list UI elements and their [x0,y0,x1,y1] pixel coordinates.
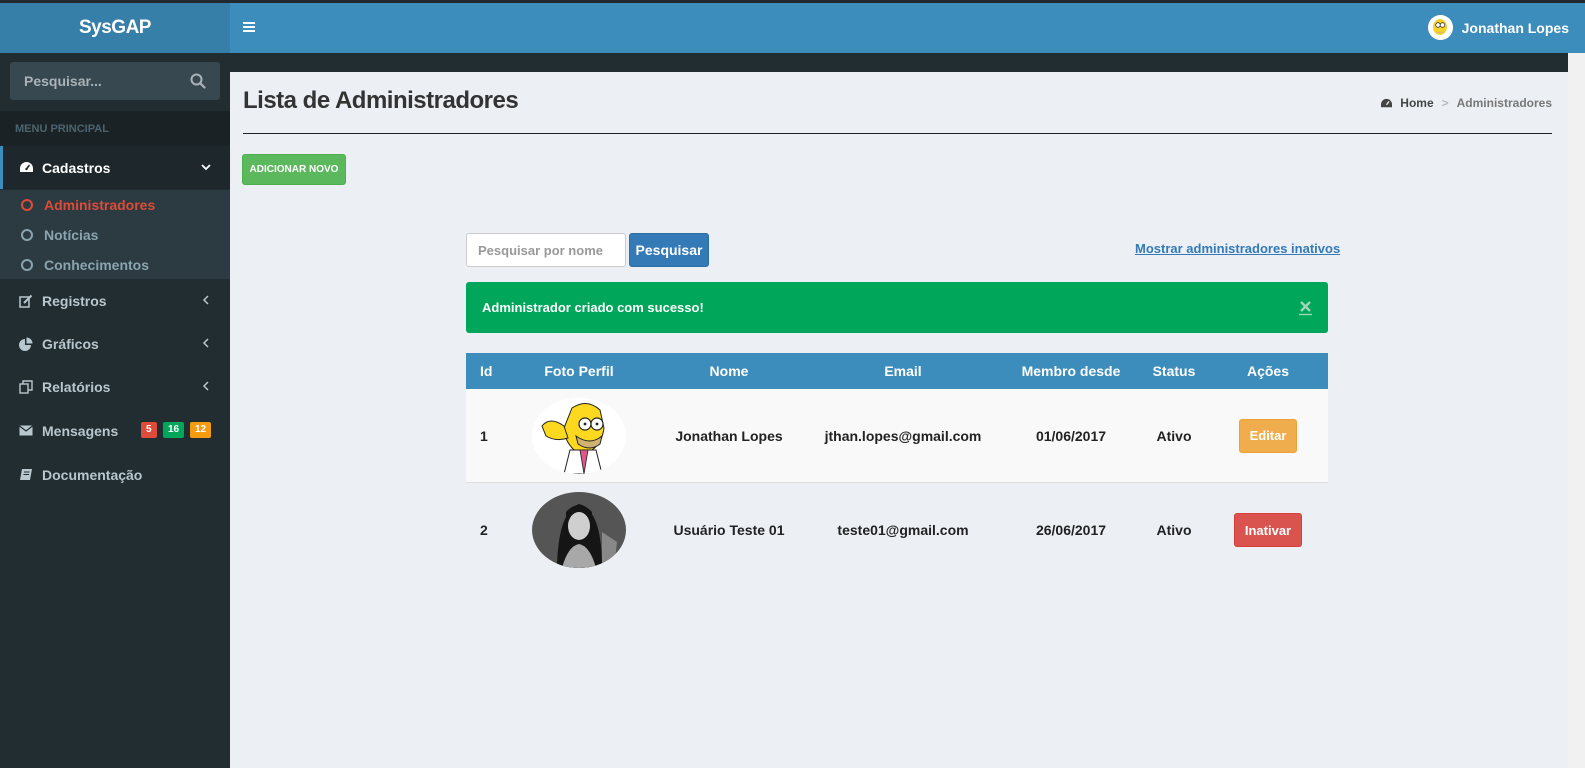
success-alert: Administrador criado com sucesso! [466,282,1328,333]
table-header: Id Foto Perfil Nome Email Membro desde S… [466,353,1328,389]
column-header-acoes: Ações [1246,363,1290,379]
sidebar: SysGAP MENU PRINCIPAL Cadastros Administ… [0,3,230,768]
column-header-foto: Foto Perfil [544,363,614,379]
breadcrumb-current: Administradores [1456,96,1552,110]
app-logo[interactable]: SysGAP [0,3,230,53]
sidebar-search [10,62,220,100]
breadcrumb: Home > Administradores [1380,96,1552,110]
sidebar-item-label: Relatórios [42,378,111,395]
cell-status: Ativo [1156,522,1192,538]
vertical-scrollbar[interactable] [1568,53,1585,768]
cell-nome: Usuário Teste 01 [673,522,785,538]
pie-chart-icon [18,336,34,352]
user-name: Jonathan Lopes [1461,19,1569,36]
search-button[interactable]: Pesquisar [629,233,709,267]
user-avatar [1427,15,1453,40]
sidebar-search-input[interactable] [24,73,190,89]
cell-membro-desde: 01/06/2017 [1035,427,1107,444]
sidebar-item-label: Cadastros [42,159,111,176]
table-row: 2 Usuário Teste 01 teste01@gmail.com 26/… [466,483,1328,577]
close-icon[interactable] [1299,299,1312,316]
dashboard-icon [18,160,34,176]
column-header-status: Status [1152,363,1196,379]
chevron-down-icon [201,164,211,171]
cell-acoes: Editar [1222,389,1314,482]
table-row: 1 Jonathan Lopes jthan.lopes@gmail.com 0… [466,389,1328,483]
submenu-item-label: Notícias [44,227,99,243]
badge-count: 12 [190,422,212,438]
cell-foto [532,389,626,482]
profile-photo [532,492,626,568]
deactivate-button[interactable]: Inativar [1234,513,1302,547]
breadcrumb-home-label: Home [1400,96,1434,110]
cell-id: 2 [480,522,488,538]
search-icon[interactable] [190,73,206,89]
badge-count: 5 [141,422,157,438]
cell-status: Ativo [1156,427,1192,444]
dashboard-icon [1381,98,1393,107]
menu-header: MENU PRINCIPAL [0,111,230,147]
badge-count: 16 [163,422,185,438]
admin-table: Id Foto Perfil Nome Email Membro desde S… [466,353,1328,577]
sidebar-item-graficos[interactable]: Gráficos [0,322,230,365]
submenu-item-conhecimentos[interactable]: Conhecimentos [0,250,230,280]
circle-icon [21,229,33,241]
edit-icon [18,293,34,309]
circle-icon [21,199,33,211]
cell-foto [532,483,626,577]
circle-icon [21,259,33,271]
sidebar-item-registros[interactable]: Registros [0,279,230,322]
cell-acoes: Inativar [1222,483,1314,577]
cell-membro-desde: 26/06/2017 [1035,522,1107,538]
cell-nome: Jonathan Lopes [675,427,783,444]
sidebar-item-label: Gráficos [42,335,99,352]
submenu-item-label: Administradores [44,197,156,213]
sidebar-item-mensagens[interactable]: Mensagens 5 16 12 [0,409,230,452]
copy-icon [18,379,34,395]
top-header: Jonathan Lopes [230,3,1585,53]
sidebar-item-label: Documentação [42,466,143,483]
submenu-item-noticias[interactable]: Notícias [0,220,230,250]
chevron-left-icon [202,295,209,305]
user-menu[interactable]: Jonathan Lopes [1427,15,1569,40]
column-header-membro-desde: Membro desde [1021,363,1121,379]
chevron-left-icon [202,381,209,391]
page-title: Lista de Administradores [243,87,519,114]
cell-id: 1 [480,427,488,444]
envelope-icon [18,423,34,439]
book-icon [18,467,34,483]
alert-message: Administrador criado com sucesso! [482,300,704,315]
profile-photo [532,397,626,474]
cell-email: teste01@gmail.com [837,522,969,538]
edit-button[interactable]: Editar [1239,418,1297,453]
sidebar-item-label: Registros [42,292,107,309]
breadcrumb-home[interactable]: Home [1380,96,1434,110]
column-header-email: Email [884,363,922,379]
sidebar-item-cadastros[interactable]: Cadastros [0,146,230,189]
add-new-button[interactable]: ADICIONAR NOVO [242,154,346,185]
sidebar-item-documentacao[interactable]: Documentação [0,453,230,496]
submenu-item-label: Conhecimentos [44,257,150,273]
cell-email: jthan.lopes@gmail.com [824,427,982,444]
show-inactive-link[interactable]: Mostrar administradores inativos [1135,241,1340,256]
column-header-id: Id [480,363,493,379]
title-divider [243,133,1552,134]
hamburger-menu-icon[interactable] [242,20,256,34]
search-name-input[interactable] [466,233,626,267]
sidebar-item-relatorios[interactable]: Relatórios [0,365,230,408]
sidebar-item-label: Mensagens [42,422,119,439]
submenu-cadastros: Administradores Notícias Conhecimentos [0,190,230,279]
header-shadow-bar [230,53,1568,72]
column-header-nome: Nome [709,363,749,379]
submenu-item-administradores[interactable]: Administradores [0,190,230,220]
breadcrumb-separator: > [1441,96,1449,110]
chevron-left-icon [202,338,209,348]
